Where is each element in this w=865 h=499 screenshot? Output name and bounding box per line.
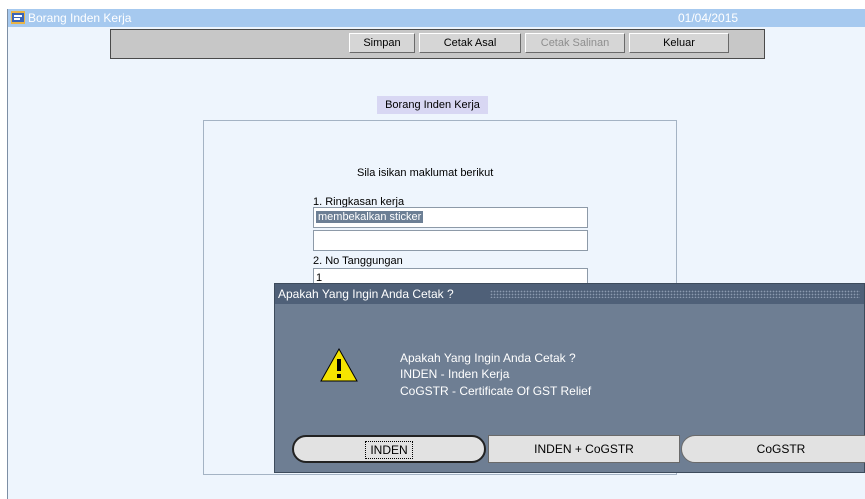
- toolbar: Simpan Cetak Asal Cetak Salinan Keluar: [110, 29, 765, 59]
- ringkasan-kerja-value: membekalkan sticker: [316, 211, 424, 223]
- dialog-title: Apakah Yang Ingin Anda Cetak ?: [278, 287, 454, 301]
- ringkasan-kerja-input[interactable]: membekalkan sticker: [313, 207, 588, 228]
- ringkasan-kerja-input-line2[interactable]: [313, 230, 588, 251]
- dialog-grip: [490, 290, 860, 298]
- inden-button[interactable]: INDEN: [292, 435, 486, 463]
- no-tanggungan-label: 2. No Tanggungan: [313, 255, 403, 267]
- inden-cogstr-button[interactable]: INDEN + CoGSTR: [488, 435, 680, 463]
- form-heading: Borang Inden Kerja: [377, 96, 488, 114]
- dialog-message-line-3: CoGSTR - Certificate Of GST Relief: [400, 384, 592, 398]
- window-title: Borang Inden Kerja: [28, 11, 132, 25]
- cetak-salinan-button[interactable]: Cetak Salinan: [525, 33, 625, 53]
- cetak-asal-button[interactable]: Cetak Asal: [419, 33, 521, 53]
- window-date: 01/04/2015: [678, 11, 739, 25]
- dialog-message-line-2: INDEN - Inden Kerja: [400, 367, 510, 381]
- dialog-title-bar[interactable]: Apakah Yang Ingin Anda Cetak ?: [275, 284, 864, 304]
- keluar-button[interactable]: Keluar: [629, 33, 729, 53]
- warning-icon: [320, 347, 358, 382]
- instruction-text: Sila isikan maklumat berikut: [357, 167, 494, 179]
- app-icon: [11, 11, 25, 24]
- simpan-button[interactable]: Simpan: [349, 33, 415, 53]
- title-bar: Borang Inden Kerja 01/04/2015: [8, 9, 865, 27]
- dialog-message-line-1: Apakah Yang Ingin Anda Cetak ?: [400, 351, 576, 365]
- cogstr-button[interactable]: CoGSTR: [681, 435, 865, 463]
- inden-button-label: INDEN: [365, 441, 413, 459]
